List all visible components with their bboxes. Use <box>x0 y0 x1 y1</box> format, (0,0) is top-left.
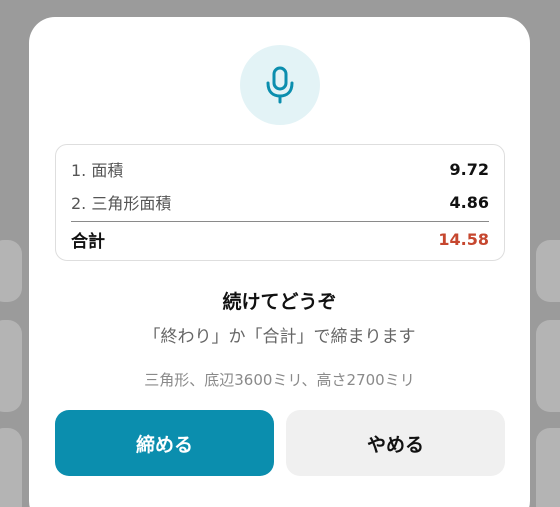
dialog-heading: 続けてどうぞ <box>222 291 337 313</box>
summary-item-row: 1. 面積 9.72 <box>71 157 489 181</box>
background-card-right-1 <box>536 240 560 302</box>
voice-input-dialog: 1. 面積 9.72 2. 三角形面積 4.86 合計 14.58 続けてどうぞ… <box>29 17 530 507</box>
cancel-button[interactable]: やめる <box>286 410 505 476</box>
item-value: 9.72 <box>449 159 489 179</box>
background-card-left-1 <box>0 240 22 302</box>
summary-divider <box>71 221 489 222</box>
item-label: 1. 面積 <box>71 161 124 180</box>
item-value: 4.86 <box>449 192 489 212</box>
calculation-summary: 1. 面積 9.72 2. 三角形面積 4.86 合計 14.58 <box>55 144 505 261</box>
microphone-indicator[interactable] <box>240 45 320 125</box>
total-label: 合計 <box>71 231 105 252</box>
background-card-left-3 <box>0 428 22 507</box>
summary-item-row: 2. 三角形面積 4.86 <box>71 190 489 214</box>
total-value: 14.58 <box>438 229 489 249</box>
finish-button[interactable]: 締める <box>55 410 274 476</box>
background-card-left-2 <box>0 320 22 412</box>
item-label: 2. 三角形面積 <box>71 194 172 213</box>
microphone-icon <box>266 66 294 104</box>
summary-total-row: 合計 14.58 <box>71 227 489 252</box>
speech-transcript: 三角形、底辺3600ミリ、高さ2700ミリ <box>144 371 415 389</box>
background-card-right-2 <box>536 320 560 412</box>
background-card-right-3 <box>536 428 560 507</box>
dialog-instructions: 「終わり」か「合計」で締まります <box>143 327 416 347</box>
